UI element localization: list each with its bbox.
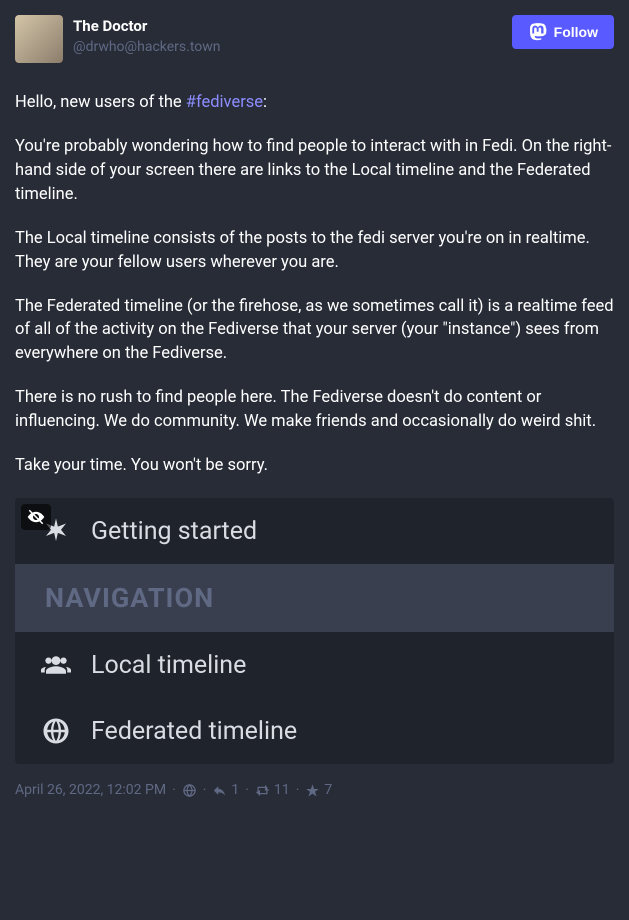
media-label: Federated timeline — [91, 717, 297, 746]
globe-icon — [182, 783, 197, 798]
media-label: Local timeline — [91, 651, 246, 680]
post-content: Hello, new users of the #fediverse: You'… — [15, 91, 614, 478]
globe-icon — [41, 716, 71, 746]
post-meta: April 26, 2022, 12:02 PM · · 1 · 11 · 7 — [15, 782, 614, 798]
paragraph: The Local timeline consists of the posts… — [15, 227, 614, 275]
mastodon-icon — [528, 22, 548, 42]
follow-button[interactable]: Follow — [512, 15, 614, 49]
paragraph: The Federated timeline (or the firehose,… — [15, 295, 614, 367]
text: : — [263, 93, 267, 112]
avatar[interactable] — [15, 15, 63, 63]
media-row-navigation: NAVIGATION — [15, 564, 614, 632]
boost-icon[interactable] — [255, 783, 270, 798]
hashtag-link[interactable]: #fediverse — [186, 93, 263, 112]
media-row-local: Local timeline — [15, 632, 614, 698]
display-name[interactable]: The Doctor — [73, 17, 502, 35]
timestamp[interactable]: April 26, 2022, 12:02 PM — [15, 782, 166, 798]
follow-label: Follow — [554, 24, 598, 40]
media-attachment[interactable]: Getting started NAVIGATION Local timelin… — [15, 498, 614, 764]
boost-count: 11 — [274, 782, 290, 798]
fav-count: 7 — [324, 782, 332, 798]
reply-icon[interactable] — [212, 783, 227, 798]
paragraph: You're probably wondering how to find pe… — [15, 135, 614, 207]
paragraph: Take your time. You won't be sorry. — [15, 454, 614, 478]
users-icon — [41, 650, 71, 680]
media-heading: NAVIGATION — [45, 582, 214, 614]
text: Hello, new users of the — [15, 93, 186, 112]
media-label: Getting started — [91, 517, 257, 546]
hide-media-button[interactable] — [21, 504, 51, 530]
eye-off-icon — [27, 508, 45, 526]
paragraph: There is no rush to find people here. Th… — [15, 386, 614, 434]
user-handle[interactable]: @drwho@hackers.town — [73, 39, 502, 55]
star-icon[interactable] — [305, 783, 320, 798]
reply-count: 1 — [231, 782, 239, 798]
media-row-federated: Federated timeline — [15, 698, 614, 764]
media-row-getting-started: Getting started — [15, 498, 614, 564]
